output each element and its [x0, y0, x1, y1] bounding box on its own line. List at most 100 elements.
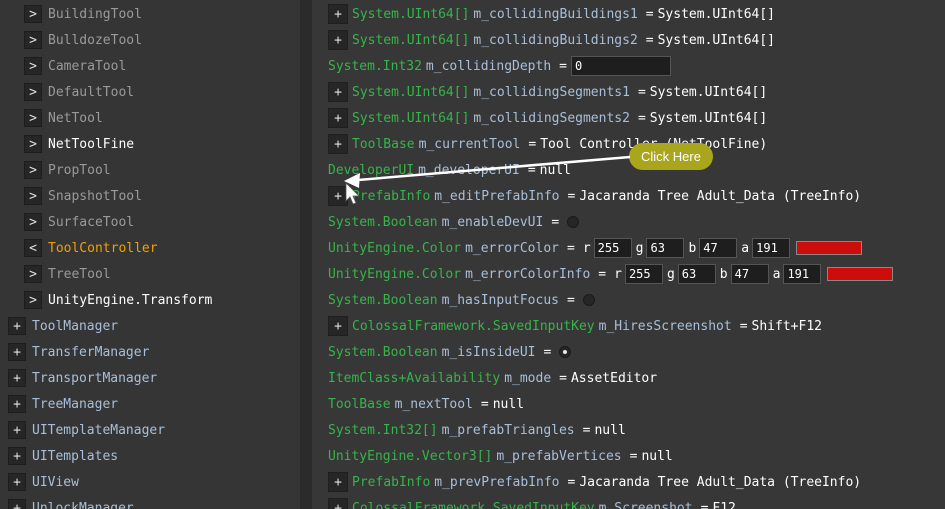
tree-item-label: SurfaceTool [48, 214, 135, 230]
field-row: System.Int32[] m_prefabTriangles = null [328, 417, 626, 443]
expand-toggle-button[interactable]: > [24, 5, 42, 23]
tree-item[interactable]: > NetTool [24, 105, 103, 131]
tree-item-label: UITemplates [32, 448, 119, 464]
field-type: System.UInt64[] [352, 110, 470, 126]
color-r-input[interactable]: 255 [624, 264, 663, 284]
expand-field-button[interactable]: + [328, 472, 348, 492]
field-value: null [539, 162, 571, 178]
tree-item[interactable]: > BulldozeTool [24, 27, 142, 53]
field-value: System.UInt64[] [657, 6, 776, 22]
tree-item[interactable]: > NetToolFine [24, 131, 134, 157]
field-name: m_prefabVertices [496, 448, 622, 464]
equals-sign: = [559, 58, 567, 74]
color-g-input[interactable]: 63 [677, 264, 716, 284]
expand-toggle-button[interactable]: + [8, 447, 26, 465]
color-swatch[interactable] [796, 241, 863, 255]
field-value-input[interactable]: 0 [570, 56, 671, 76]
click-here-callout: Click Here [629, 143, 713, 170]
tree-item[interactable]: + TreeManager [8, 391, 118, 417]
tree-item[interactable]: + UITemplateManager [8, 417, 165, 443]
expand-field-button[interactable]: + [328, 108, 348, 128]
tree-item-label: UnlockManager [32, 500, 134, 509]
color-b-input[interactable]: 47 [730, 264, 769, 284]
expand-toggle-button[interactable]: > [24, 265, 42, 283]
expand-toggle-button[interactable]: + [8, 343, 26, 361]
boolean-toggle[interactable] [559, 346, 572, 358]
field-value: null [641, 448, 673, 464]
boolean-toggle[interactable] [567, 216, 580, 228]
equals-sign: = [645, 6, 654, 22]
panel-divider[interactable] [300, 0, 312, 509]
expand-toggle-button[interactable]: + [8, 421, 26, 439]
tree-item[interactable]: < ToolController [24, 235, 158, 261]
field-type: UnityEngine.Vector3[] [328, 448, 493, 464]
equals-sign: = [528, 136, 537, 152]
expand-toggle-button[interactable]: + [8, 473, 26, 491]
tree-item[interactable]: + UITemplates [8, 443, 118, 469]
tree-item[interactable]: > DefaultTool [24, 79, 134, 105]
tree-item[interactable]: > TreeTool [24, 261, 111, 287]
expand-toggle-button[interactable]: > [24, 291, 42, 309]
equals-sign: = [480, 396, 489, 412]
tree-item-label: SnapshotTool [48, 188, 142, 204]
tree-item[interactable]: > UnityEngine.Transform [24, 287, 212, 313]
expand-field-button[interactable]: + [328, 4, 348, 24]
field-row: + ColossalFramework.SavedInputKey m_Screen… [328, 495, 736, 509]
callout-label: Click Here [641, 149, 701, 164]
expand-field-button[interactable]: + [328, 134, 348, 154]
color-a-input[interactable]: 191 [752, 238, 791, 258]
expand-toggle-button[interactable]: > [24, 213, 42, 231]
field-value: null [492, 396, 525, 412]
equals-sign: = [637, 84, 646, 100]
boolean-toggle[interactable] [582, 294, 595, 306]
field-name: m_collidingBuildings2 [473, 32, 638, 48]
tree-item[interactable]: + UIView [8, 469, 79, 495]
field-name: m_nextTool [394, 396, 473, 412]
expand-toggle-button[interactable]: + [8, 499, 26, 509]
field-name: m_collidingSegments2 [473, 110, 630, 126]
expand-field-button[interactable]: + [328, 30, 348, 50]
tree-item[interactable]: > CameraTool [24, 53, 126, 79]
expand-field-button[interactable]: + [328, 186, 348, 206]
color-a-input[interactable]: 191 [783, 264, 822, 284]
field-name: m_Screenshot [598, 500, 693, 509]
tree-item-label: BuildingTool [48, 6, 142, 22]
tree-item-label: ToolController [48, 240, 158, 256]
equals-sign: = [598, 266, 607, 282]
object-tree-panel: > BuildingTool > BulldozeTool > CameraTool > De… [0, 0, 300, 509]
expand-toggle-button[interactable]: + [8, 395, 26, 413]
expand-toggle-button[interactable]: > [24, 187, 42, 205]
color-b-input[interactable]: 47 [699, 238, 738, 258]
expand-toggle-button[interactable]: > [24, 57, 42, 75]
expand-toggle-button[interactable]: > [24, 161, 42, 179]
tree-item[interactable]: > BuildingTool [24, 1, 142, 27]
expand-toggle-button[interactable]: > [24, 135, 42, 153]
color-r-input[interactable]: 255 [593, 238, 632, 258]
equals-sign: = [551, 214, 560, 230]
expand-toggle-button[interactable]: > [24, 83, 42, 101]
expand-toggle-button[interactable]: > [24, 31, 42, 49]
tree-item-label: TreeTool [48, 266, 111, 282]
tree-item[interactable]: > SurfaceTool [24, 209, 134, 235]
tree-item[interactable]: > PropTool [24, 157, 111, 183]
expand-field-button[interactable]: + [328, 82, 348, 102]
tree-item[interactable]: + TransportManager [8, 365, 157, 391]
expand-toggle-button[interactable]: > [24, 109, 42, 127]
color-g-input[interactable]: 63 [646, 238, 685, 258]
tree-item[interactable]: + UnlockManager [8, 495, 134, 509]
field-type: ColossalFramework.SavedInputKey [352, 500, 595, 509]
equals-sign: = [567, 188, 576, 204]
expand-field-button[interactable]: + [328, 498, 348, 509]
color-swatch[interactable] [827, 267, 894, 281]
expand-toggle-button[interactable]: < [24, 239, 42, 257]
expand-toggle-button[interactable]: + [8, 317, 26, 335]
field-type: UnityEngine.Color [328, 240, 462, 256]
field-name: m_collidingSegments1 [473, 84, 630, 100]
tree-item[interactable]: > SnapshotTool [24, 183, 142, 209]
tree-item[interactable]: + TransferManager [8, 339, 149, 365]
equals-sign: = [582, 422, 591, 438]
tree-item[interactable]: + ToolManager [8, 313, 118, 339]
expand-field-button[interactable]: + [328, 316, 348, 336]
field-row: System.Boolean m_isInsideUI = [328, 339, 572, 365]
expand-toggle-button[interactable]: + [8, 369, 26, 387]
